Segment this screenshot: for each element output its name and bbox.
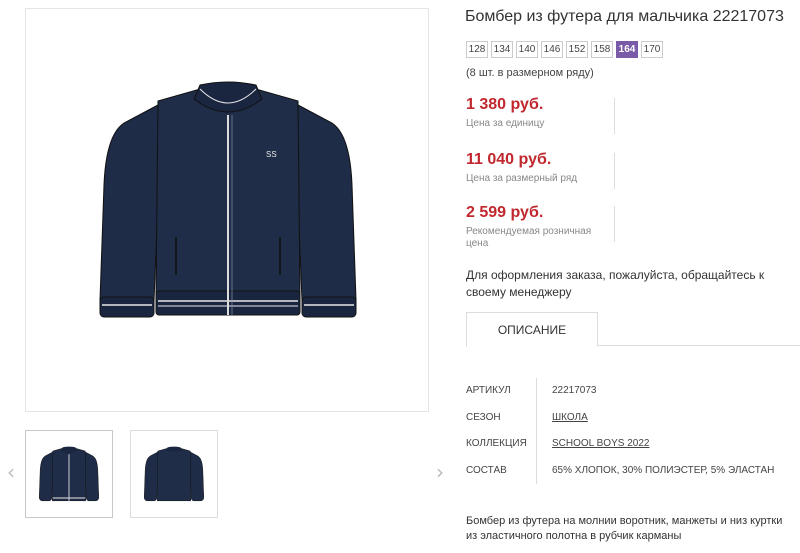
price-caption: Рекомендуемая розничная цена: [466, 226, 592, 249]
spec-key: СОСТАВ: [466, 464, 507, 476]
size-option[interactable]: 170: [641, 41, 663, 58]
jacket-front-illustration: SS: [99, 81, 357, 318]
size-option[interactable]: 152: [566, 41, 588, 58]
spec-key: КОЛЛЕКЦИЯ: [466, 438, 527, 449]
price-divider: [614, 153, 615, 189]
jacket-front-thumbnail: [38, 446, 100, 502]
gallery-next-arrow[interactable]: ›: [433, 460, 447, 484]
spec-value: 65% ХЛОПОК, 30% ПОЛИЭСТЕР, 5% ЭЛАСТАН: [552, 464, 775, 476]
order-note: Для оформления заказа, пожалуйста, обращ…: [466, 268, 765, 299]
spec-key: СЕЗОН: [466, 411, 501, 423]
price-size-row: 11 040 руб. Цена за размерный ряд: [466, 151, 616, 189]
tab-description[interactable]: ОПИСАНИЕ: [466, 312, 598, 347]
specs-table: АРТИКУЛ 22217073 СЕЗОН ШКОЛА КОЛЛЕКЦИЯ S…: [466, 378, 800, 484]
season-link[interactable]: ШКОЛА: [552, 412, 588, 423]
size-selector: 128 134 140 146 152 158 164 170: [466, 41, 663, 58]
collection-link[interactable]: SCHOOL BOYS 2022: [552, 438, 649, 449]
size-option[interactable]: 134: [491, 41, 513, 58]
price-value: 1 380 руб.: [466, 96, 544, 113]
size-option[interactable]: 128: [466, 41, 488, 58]
thumbnail-front[interactable]: [25, 430, 113, 518]
product-title: Бомбер из футера для мальчика 22217073: [465, 8, 784, 25]
sizes-count-note: (8 шт. в размерном ряду): [466, 67, 594, 79]
product-description: Бомбер из футера на молнии воротник, ман…: [466, 515, 783, 542]
price-value: 11 040 руб.: [466, 151, 552, 168]
main-product-image[interactable]: SS: [25, 8, 429, 412]
price-caption: Цена за размерный ряд: [466, 173, 578, 184]
size-option-selected[interactable]: 164: [616, 41, 638, 58]
price-retail: 2 599 руб. Рекомендуемая розничная цена: [466, 204, 616, 250]
spec-row-season: СЕЗОН ШКОЛА: [466, 405, 800, 432]
price-divider: [614, 206, 615, 242]
spec-row-collection: КОЛЛЕКЦИЯ SCHOOL BOYS 2022: [466, 431, 800, 458]
price-value: 2 599 руб.: [466, 204, 544, 221]
thumbnail-back[interactable]: [130, 430, 218, 518]
size-option[interactable]: 140: [516, 41, 538, 58]
price-divider: [614, 98, 615, 134]
info-tabs: ОПИСАНИЕ: [466, 312, 800, 347]
spec-key: АРТИКУЛ: [466, 385, 511, 396]
gallery-prev-arrow[interactable]: ‹: [4, 460, 18, 484]
spec-row-composition: СОСТАВ 65% ХЛОПОК, 30% ПОЛИЭСТЕР, 5% ЭЛА…: [466, 458, 800, 485]
size-option[interactable]: 158: [591, 41, 613, 58]
jacket-back-thumbnail: [143, 446, 205, 502]
price-unit: 1 380 руб. Цена за единицу: [466, 96, 616, 134]
price-caption: Цена за единицу: [466, 118, 545, 129]
svg-text:SS: SS: [266, 150, 277, 159]
spec-value: 22217073: [552, 385, 597, 396]
spec-row-article: АРТИКУЛ 22217073: [466, 378, 800, 405]
size-option[interactable]: 146: [541, 41, 563, 58]
